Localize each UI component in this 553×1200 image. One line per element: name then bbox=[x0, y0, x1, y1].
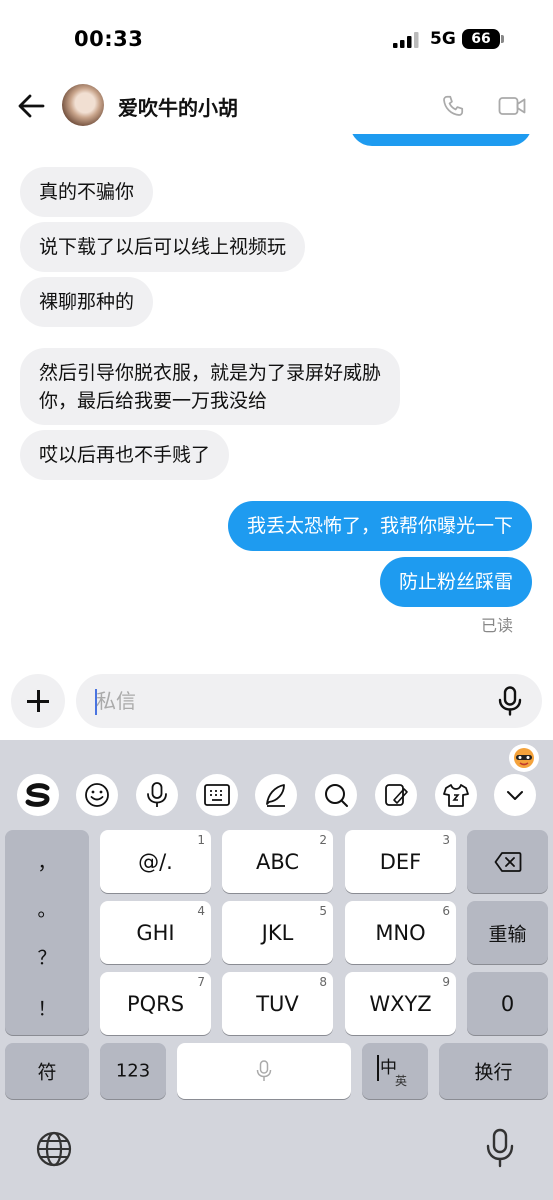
keyboard: ， 。 ？ ！ 1 @/. 2 ABC 3 DEF 4 GHI 5 JKL 6 … bbox=[0, 740, 553, 1200]
key-9[interactable]: 9 WXYZ bbox=[345, 972, 456, 1035]
key-number: 4 bbox=[197, 904, 205, 918]
key-label: 换行 bbox=[474, 1061, 513, 1084]
space-key[interactable] bbox=[177, 1043, 351, 1099]
key-label: 0 bbox=[500, 991, 515, 1016]
key-number: 2 bbox=[319, 833, 327, 847]
key-2[interactable]: 2 ABC bbox=[222, 830, 333, 893]
zero-key[interactable]: 0 bbox=[467, 972, 548, 1035]
emoji-icon[interactable] bbox=[76, 774, 118, 816]
key-label: TUV bbox=[256, 991, 299, 1016]
key-number: 8 bbox=[319, 975, 327, 989]
punctuation-exclamation[interactable]: ！ bbox=[5, 994, 89, 1021]
message-bubble-outgoing[interactable]: 我丢太恐怖了，我帮你曝光一下 bbox=[227, 501, 532, 551]
key-6[interactable]: 6 MNO bbox=[345, 901, 456, 964]
newline-key[interactable]: 换行 bbox=[439, 1043, 548, 1099]
key-label: @/. bbox=[138, 849, 173, 874]
input-bar bbox=[0, 666, 553, 740]
chat-area: 真的不骗你 说下载了以后可以线上视频玩 裸聊那种的 然后引导你脱衣服，就是为了录… bbox=[0, 134, 553, 666]
key-label: PQRS bbox=[126, 991, 185, 1016]
contact-name[interactable]: 爱吹牛的小胡 bbox=[118, 92, 238, 121]
search-icon[interactable] bbox=[315, 774, 357, 816]
chevron-down-icon[interactable] bbox=[494, 774, 536, 816]
dictation-mic-icon[interactable] bbox=[485, 1128, 515, 1168]
retype-key[interactable]: 重输 bbox=[467, 901, 548, 964]
key-number: 7 bbox=[197, 975, 205, 989]
message-bubble-incoming[interactable]: 说下载了以后可以线上视频玩 bbox=[20, 222, 306, 272]
punctuation-period[interactable]: 。 bbox=[5, 895, 89, 922]
key-number: 6 bbox=[442, 904, 450, 918]
sogou-logo-icon[interactable] bbox=[17, 774, 59, 816]
key-7[interactable]: 7 PQRS bbox=[100, 972, 211, 1035]
message-line: 然后引导你脱衣服，就是为了录屏好威胁 bbox=[39, 362, 382, 384]
message-line: 你，最后给我要一万我没给 bbox=[39, 390, 268, 412]
key-label: MNO bbox=[375, 920, 426, 945]
space-mic-icon bbox=[256, 1060, 272, 1081]
backspace-key[interactable] bbox=[467, 830, 548, 893]
punctuation-comma[interactable]: ， bbox=[5, 848, 89, 875]
key-3[interactable]: 3 DEF bbox=[345, 830, 456, 893]
key-label: 重输 bbox=[488, 923, 527, 945]
read-status: 已读 bbox=[481, 616, 514, 635]
key-label: 符 bbox=[37, 1061, 57, 1084]
key-label: 123 bbox=[115, 1060, 151, 1082]
language-divider bbox=[377, 1055, 379, 1081]
key-label: JKL bbox=[261, 920, 294, 945]
video-call-icon[interactable] bbox=[498, 94, 526, 118]
back-arrow-icon[interactable] bbox=[16, 91, 46, 121]
key-1[interactable]: 1 @/. bbox=[100, 830, 211, 893]
key-5[interactable]: 5 JKL bbox=[222, 901, 333, 964]
key-number: 9 bbox=[442, 975, 450, 989]
microphone-icon[interactable] bbox=[497, 686, 523, 716]
message-bubble-incoming[interactable]: 然后引导你脱衣服，就是为了录屏好威胁 你，最后给我要一万我没给 bbox=[20, 348, 401, 425]
handwriting-icon[interactable] bbox=[255, 774, 297, 816]
edit-icon[interactable] bbox=[375, 774, 417, 816]
key-8[interactable]: 8 TUV bbox=[222, 972, 333, 1035]
chat-header: 爱吹牛的小胡 bbox=[0, 80, 553, 134]
globe-icon[interactable] bbox=[35, 1130, 73, 1168]
numbers-key[interactable]: 123 bbox=[100, 1043, 166, 1099]
message-bubble-outgoing[interactable]: 防止粉丝踩雷 bbox=[379, 557, 532, 607]
skin-icon[interactable] bbox=[435, 774, 477, 816]
status-bar: 00:33 5G 66 bbox=[0, 0, 553, 80]
phone-icon[interactable] bbox=[440, 93, 466, 119]
language-sub: 英 bbox=[395, 1074, 408, 1088]
key-number: 5 bbox=[319, 904, 327, 918]
message-input[interactable] bbox=[76, 674, 542, 728]
add-attachment-button[interactable] bbox=[11, 674, 65, 728]
punctuation-column[interactable]: ， 。 ？ ！ bbox=[5, 830, 89, 1035]
message-bubble-incoming[interactable]: 裸聊那种的 bbox=[20, 277, 154, 327]
message-bubble-incoming[interactable]: 真的不骗你 bbox=[20, 167, 154, 217]
punctuation-question[interactable]: ？ bbox=[5, 943, 89, 970]
status-time: 00:33 bbox=[74, 27, 144, 51]
keyboard-icon[interactable] bbox=[196, 774, 238, 816]
battery-level: 66 bbox=[462, 29, 500, 49]
message-bubble-incoming[interactable]: 哎以后再也不手贱了 bbox=[20, 430, 230, 480]
message-bubble-partial bbox=[350, 134, 532, 146]
key-4[interactable]: 4 GHI bbox=[100, 901, 211, 964]
key-label: WXYZ bbox=[369, 991, 432, 1016]
symbols-key[interactable]: 符 bbox=[5, 1043, 89, 1099]
key-label: DEF bbox=[379, 849, 422, 874]
language-switch-key[interactable]: 中 英 bbox=[362, 1043, 428, 1099]
key-label: GHI bbox=[136, 920, 175, 945]
avatar[interactable] bbox=[62, 84, 104, 126]
key-number: 3 bbox=[442, 833, 450, 847]
signal-icon bbox=[393, 32, 419, 48]
mascot-icon[interactable] bbox=[509, 744, 539, 772]
backspace-icon bbox=[494, 852, 522, 872]
text-cursor bbox=[95, 689, 97, 715]
key-number: 1 bbox=[197, 833, 205, 847]
voice-icon[interactable] bbox=[136, 774, 178, 816]
network-type: 5G bbox=[430, 29, 456, 49]
key-label: ABC bbox=[255, 849, 300, 874]
battery-tip bbox=[501, 35, 504, 43]
